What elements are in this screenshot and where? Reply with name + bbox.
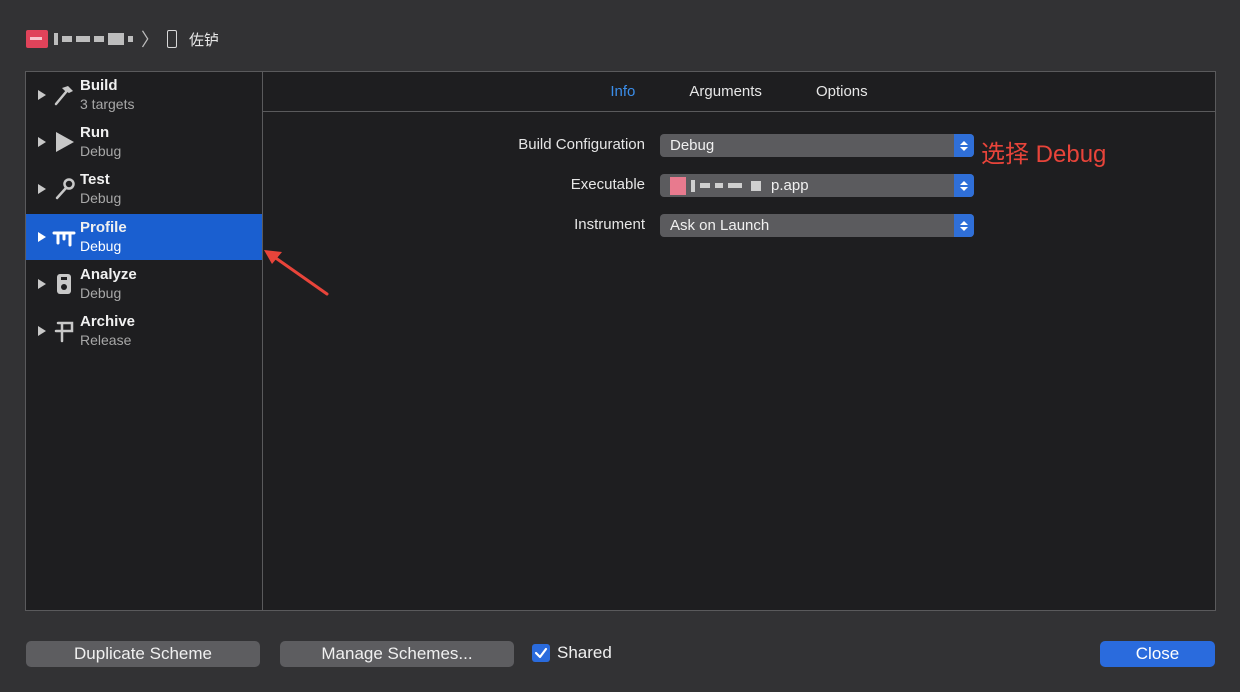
shared-label: Shared — [557, 643, 612, 662]
sidebar-item-subtitle: Debug — [80, 238, 122, 254]
sidebar-item-subtitle: Debug — [80, 190, 122, 206]
sidebar-item-title: Analyze — [80, 266, 137, 283]
manage-schemes-button[interactable]: Manage Schemes... — [280, 641, 514, 667]
executable-row: Executable p.app — [263, 174, 1215, 198]
disclosure-triangle-icon[interactable] — [38, 232, 46, 242]
annotation-arrow-icon — [264, 250, 329, 296]
sidebar-item-title: Test — [80, 171, 110, 188]
sidebar-item-subtitle: Release — [80, 332, 132, 348]
shared-checkbox[interactable] — [532, 644, 550, 662]
archive-icon — [52, 319, 76, 343]
sidebar-item-archive[interactable]: Archive Release — [26, 308, 262, 354]
wrench-icon — [52, 177, 76, 201]
annotation-text: 选择 Debug — [981, 141, 1107, 168]
sidebar-item-subtitle: 3 targets — [80, 96, 135, 112]
executable-label: Executable — [570, 176, 645, 193]
path-separator-icon: 〉 — [141, 30, 159, 50]
instrument-popup[interactable]: Ask on Launch — [660, 214, 974, 237]
sidebar-item-title: Profile — [80, 219, 127, 236]
disclosure-triangle-icon[interactable] — [38, 90, 46, 100]
instrument-row: Instrument Ask on Launch — [263, 214, 1215, 238]
tab-arguments[interactable]: Arguments — [689, 83, 762, 100]
instrument-value: Ask on Launch — [670, 217, 770, 234]
shared-checkbox-group[interactable]: Shared — [532, 643, 612, 663]
sidebar-item-title: Archive — [80, 313, 136, 330]
executable-value: p.app — [771, 177, 809, 194]
disclosure-triangle-icon[interactable] — [38, 184, 46, 194]
hammer-icon — [52, 83, 76, 107]
tab-info[interactable]: Info — [610, 83, 635, 100]
sidebar-item-run[interactable]: Run Debug — [26, 119, 262, 165]
checkmark-icon — [534, 647, 548, 659]
sidebar-item-title: Build — [80, 77, 118, 94]
build-configuration-popup[interactable]: Debug — [660, 134, 974, 157]
instrument-label: Instrument — [574, 216, 645, 233]
build-configuration-label: Build Configuration — [518, 136, 645, 153]
sidebar-item-analyze[interactable]: Analyze Debug — [26, 261, 262, 307]
scheme-path-bar[interactable]: 〉 佐𬬻 — [26, 26, 219, 52]
close-button[interactable]: Close — [1100, 641, 1215, 667]
executable-popup[interactable]: p.app — [660, 174, 974, 197]
disclosure-triangle-icon[interactable] — [38, 326, 46, 336]
popup-chevrons-icon — [954, 174, 974, 197]
play-icon — [52, 130, 76, 154]
sidebar-item-build[interactable]: Build 3 targets — [26, 72, 262, 118]
sidebar-item-profile[interactable]: Profile Debug — [26, 214, 262, 260]
executable-name-redacted — [670, 176, 761, 195]
popup-chevrons-icon — [954, 134, 974, 157]
device-name: 佐𬬻 — [189, 31, 220, 49]
scheme-name-redacted — [54, 33, 133, 45]
iphone-icon — [167, 30, 177, 48]
instruments-icon — [52, 225, 76, 249]
app-icon — [26, 30, 48, 48]
disclosure-triangle-icon[interactable] — [38, 279, 46, 289]
popup-chevrons-icon — [954, 214, 974, 237]
build-configuration-value: Debug — [670, 137, 715, 154]
tab-bar: Info Arguments Options — [263, 72, 1215, 112]
analyze-icon — [52, 272, 76, 296]
sidebar-item-subtitle: Debug — [80, 285, 122, 301]
sidebar-item-title: Run — [80, 124, 110, 141]
scheme-action-sidebar: Build 3 targets Run Debug Test Debug Pro… — [26, 72, 263, 610]
sidebar-item-test[interactable]: Test Debug — [26, 166, 262, 212]
sidebar-item-subtitle: Debug — [80, 143, 122, 159]
duplicate-scheme-button[interactable]: Duplicate Scheme — [26, 641, 260, 667]
disclosure-triangle-icon[interactable] — [38, 137, 46, 147]
tab-options[interactable]: Options — [816, 83, 868, 100]
